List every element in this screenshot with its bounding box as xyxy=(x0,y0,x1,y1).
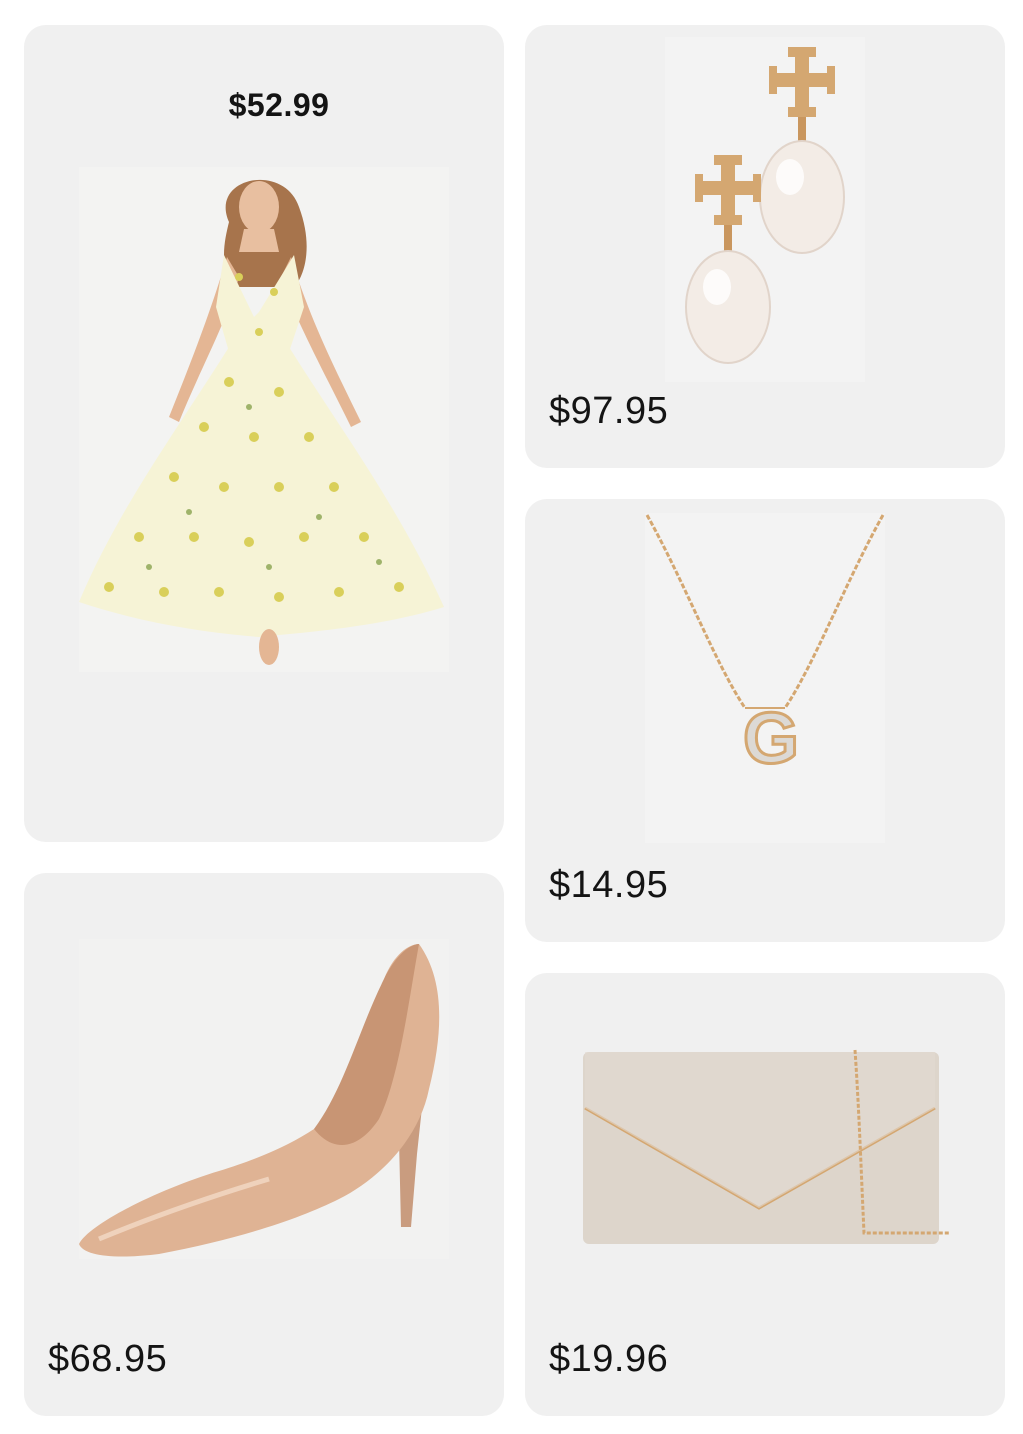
product-price: $19.96 xyxy=(549,1338,669,1380)
product-card-dress[interactable]: $52.99 xyxy=(24,25,504,842)
necklace-image: G xyxy=(645,513,885,843)
earring-right xyxy=(759,47,845,254)
product-card-earrings[interactable]: $97.95 xyxy=(525,25,1005,468)
pump-image xyxy=(79,939,449,1259)
pendant-letter: G xyxy=(741,699,800,779)
product-card-clutch[interactable]: $19.96 xyxy=(525,973,1005,1416)
earrings-image xyxy=(665,37,865,382)
product-card-necklace[interactable]: G $14.95 xyxy=(525,499,1005,942)
product-price: $14.95 xyxy=(549,864,669,906)
clutch-image xyxy=(579,1048,951,1258)
product-card-pump[interactable]: $68.95 xyxy=(24,873,504,1416)
earring-left xyxy=(685,155,771,364)
product-price: $97.95 xyxy=(549,390,669,432)
product-price: $68.95 xyxy=(48,1338,168,1380)
product-price: $52.99 xyxy=(228,87,330,123)
dress-image xyxy=(79,167,449,672)
